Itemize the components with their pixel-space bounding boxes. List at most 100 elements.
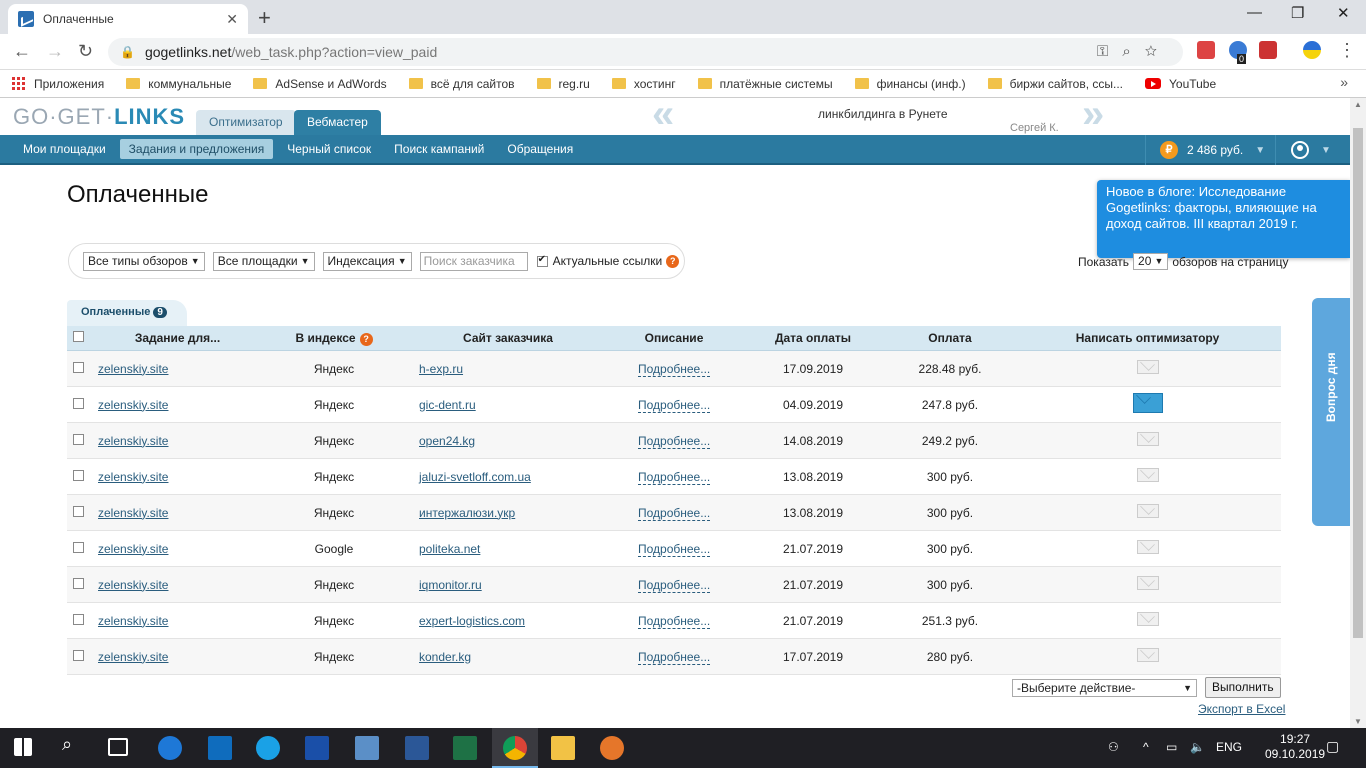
bookmark-star-icon[interactable]: ☆ — [1145, 43, 1171, 60]
row-checkbox[interactable] — [73, 541, 84, 553]
customer-site-link[interactable]: h-exp.ru — [419, 362, 463, 376]
task-site-link[interactable]: zelenskiy.site — [98, 650, 168, 664]
review-type-select[interactable]: Все типы обзоров ▼ — [83, 251, 205, 271]
col-payment[interactable]: Оплата — [886, 331, 1014, 345]
zoom-icon[interactable]: ⌕ — [1122, 43, 1144, 60]
back-icon[interactable]: ← — [13, 41, 31, 62]
balance-menu[interactable]: ₽ 2 486 руб. ▼ — [1145, 135, 1275, 165]
details-link[interactable]: Подробнее... — [638, 613, 711, 629]
forward-icon[interactable]: → — [46, 41, 64, 62]
envelope-icon[interactable] — [1136, 576, 1159, 590]
blog-notice[interactable]: Новое в блоге: Исследование Gogetlinks: … — [1097, 180, 1350, 258]
bookmark-folder[interactable]: AdSense и AdWords — [253, 77, 387, 91]
address-bar[interactable]: 🔒 gogetlinks.net /web_task.php?action=vi… — [108, 38, 1183, 66]
row-checkbox[interactable] — [73, 397, 84, 409]
envelope-icon[interactable] — [1136, 540, 1159, 554]
file-explorer-icon[interactable] — [551, 736, 575, 760]
nav-tasks-offers[interactable]: Задания и предложения — [119, 139, 274, 159]
envelope-icon[interactable] — [1136, 648, 1159, 662]
details-link[interactable]: Подробнее... — [638, 577, 711, 593]
export-excel-link[interactable]: Экспорт в Excel — [1198, 702, 1285, 716]
help-icon[interactable]: ? — [359, 332, 373, 346]
bookmark-folder[interactable]: reg.ru — [536, 77, 590, 91]
col-date[interactable]: Дата оплаты — [740, 331, 886, 345]
nav-requests[interactable]: Обращения — [498, 139, 582, 159]
customer-search-input[interactable]: Поиск заказчика — [419, 251, 528, 271]
col-customer[interactable]: Сайт заказчика — [408, 331, 608, 345]
task-site-link[interactable]: zelenskiy.site — [98, 506, 168, 520]
bookmark-youtube[interactable]: YouTube — [1145, 77, 1216, 91]
bookmark-folder[interactable]: финансы (инф.) — [854, 77, 966, 91]
network-app-icon[interactable] — [355, 736, 379, 760]
tab-close-icon[interactable]: ✕ — [226, 11, 238, 28]
details-link[interactable]: Подробнее... — [638, 397, 711, 413]
window-close-icon[interactable]: ✕ — [1337, 4, 1350, 22]
user-menu[interactable]: ▼ — [1275, 135, 1350, 165]
bookmarks-overflow-icon[interactable]: » — [1340, 74, 1348, 90]
task-view-icon[interactable] — [108, 738, 128, 756]
help-icon[interactable]: ? — [666, 254, 680, 268]
bookmark-folder[interactable]: всё для сайтов — [408, 77, 515, 91]
indexing-select[interactable]: Индексация ▼ — [322, 251, 412, 271]
col-task[interactable]: Задание для... — [95, 331, 260, 345]
scroll-down-icon[interactable]: ▼ — [1354, 717, 1362, 726]
edge-icon[interactable] — [158, 736, 182, 760]
per-page-select[interactable]: 20 ▼ — [1133, 253, 1169, 270]
envelope-icon[interactable] — [1136, 432, 1159, 446]
excel-icon[interactable] — [453, 736, 477, 760]
bookmark-folder[interactable]: биржи сайтов, ссы... — [987, 77, 1123, 91]
windows-start-icon[interactable] — [14, 738, 32, 756]
pdf-extension-icon[interactable] — [1197, 41, 1215, 59]
action-select[interactable]: -Выберите действие- ▼ — [1012, 678, 1197, 697]
select-all-checkbox[interactable] — [73, 331, 84, 342]
details-link[interactable]: Подробнее... — [638, 505, 711, 521]
row-checkbox[interactable] — [73, 361, 84, 373]
execute-button[interactable]: Выполнить — [1205, 677, 1281, 698]
word-icon[interactable] — [405, 736, 429, 760]
volume-icon[interactable]: 🔈 — [1190, 740, 1205, 754]
site-logo[interactable]: GO·GET·LINKS — [13, 104, 185, 130]
profile-flag-icon[interactable] — [1303, 41, 1321, 59]
notifications-icon[interactable]: ▢ — [1326, 738, 1339, 755]
details-link[interactable]: Подробнее... — [638, 469, 711, 485]
envelope-icon[interactable] — [1136, 612, 1159, 626]
nav-my-sites[interactable]: Мои площадки — [14, 139, 115, 159]
row-checkbox[interactable] — [73, 469, 84, 481]
role-tab-optimizer[interactable]: Оптимизатор — [196, 110, 296, 135]
page-scrollbar[interactable]: ▲ ▼ — [1350, 98, 1366, 728]
customer-site-link[interactable]: iqmonitor.ru — [419, 578, 482, 592]
reload-icon[interactable]: ↻ — [78, 41, 93, 62]
banner-prev-icon[interactable]: « — [652, 98, 674, 137]
people-icon[interactable]: ⚇ — [1108, 740, 1119, 754]
tray-chevron-icon[interactable]: ^ — [1143, 740, 1149, 754]
customer-site-link[interactable]: jaluzi-svetloff.com.ua — [419, 470, 531, 484]
customer-site-link[interactable]: politeka.net — [419, 542, 480, 556]
question-of-day-tab[interactable]: Вопрос дня — [1312, 298, 1350, 526]
task-site-link[interactable]: zelenskiy.site — [98, 578, 168, 592]
scroll-up-icon[interactable]: ▲ — [1354, 100, 1362, 109]
actual-links-checkbox[interactable] — [536, 254, 548, 267]
minimize-icon[interactable]: — — [1247, 4, 1262, 21]
col-index[interactable]: В индексе? — [260, 331, 408, 346]
customer-site-link[interactable]: expert-logistics.com — [419, 614, 525, 628]
network-icon[interactable]: ▭ — [1166, 740, 1177, 754]
bookmark-apps[interactable]: Приложения — [12, 76, 104, 91]
row-checkbox[interactable] — [73, 433, 84, 445]
customer-site-link[interactable]: open24.kg — [419, 434, 475, 448]
task-site-link[interactable]: zelenskiy.site — [98, 614, 168, 628]
new-tab-icon[interactable]: + — [258, 5, 271, 31]
paid-tab[interactable]: Оплаченные 9 — [67, 300, 187, 326]
details-link[interactable]: Подробнее... — [638, 433, 711, 449]
customer-site-link[interactable]: интержалюзи.укр — [419, 506, 515, 520]
envelope-icon[interactable] — [1136, 468, 1159, 482]
new-message-envelope-icon[interactable] — [1132, 393, 1163, 413]
task-site-link[interactable]: zelenskiy.site — [98, 362, 168, 376]
bookmark-folder[interactable]: хостинг — [611, 77, 676, 91]
task-site-link[interactable]: zelenskiy.site — [98, 470, 168, 484]
envelope-icon[interactable] — [1136, 360, 1159, 374]
row-checkbox[interactable] — [73, 505, 84, 517]
key-icon[interactable]: ⚿ — [1097, 43, 1122, 60]
restore-icon[interactable]: ❐ — [1291, 4, 1304, 22]
envelope-icon[interactable] — [1136, 504, 1159, 518]
role-tab-webmaster[interactable]: Вебмастер — [294, 110, 381, 135]
